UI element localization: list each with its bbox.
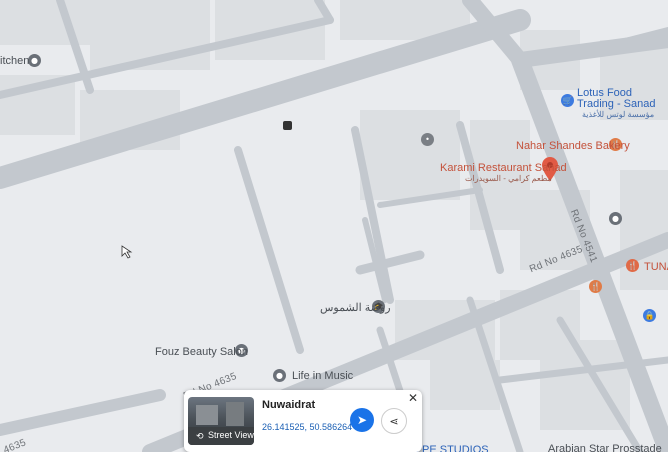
food-pin-icon[interactable]: 🍴 <box>589 280 602 293</box>
place-label-arabian-star[interactable]: Arabian Star Prosstade <box>548 443 662 452</box>
street-view-icon: ⟲ <box>196 431 204 441</box>
share-icon: ⋖ <box>389 415 399 428</box>
place-label-kitchen[interactable]: itchen <box>0 55 29 67</box>
location-marker-icon[interactable]: • <box>421 133 434 146</box>
shopping-cart-pin-icon[interactable]: 🛒 <box>561 94 574 107</box>
place-label-karami-restaurant[interactable]: Karami Restaurant Sanad <box>440 162 567 174</box>
location-info-card: ⟲ Street View Nuwaidrat 26.141525, 50.58… <box>184 390 422 452</box>
restaurant-pin-icon[interactable]: 🍴 <box>626 259 639 272</box>
bus-stop-icon[interactable] <box>283 121 292 130</box>
coordinates-link[interactable]: 26.141525, 50.586264 <box>262 422 352 432</box>
card-title: Nuwaidrat <box>262 399 316 411</box>
place-label-karami-arabic: مطعم كرامي - السويدرات <box>465 174 552 183</box>
place-label-lotus-trading[interactable]: Trading - Sanad <box>577 98 655 110</box>
place-label-pe-studios[interactable]: PE STUDIOS <box>422 444 489 452</box>
map-roads-layer <box>0 0 668 452</box>
close-icon: ✕ <box>407 391 419 405</box>
place-label-life-in-music[interactable]: Life in Music <box>292 370 353 382</box>
place-label-rawdat[interactable]: روضة الشموس <box>320 301 391 314</box>
close-button[interactable]: ✕ <box>406 391 420 405</box>
map-canvas[interactable]: ● 🛒 🍴 • ● 🍴 🍴 🔒 🎓 ● ● ● itchen Lotus Foo… <box>0 0 668 452</box>
music-pin-icon[interactable]: ● <box>273 369 286 382</box>
share-button[interactable]: ⋖ <box>381 408 407 434</box>
place-label-nahar-bakery[interactable]: Nahar Shandes Bakery <box>516 140 630 152</box>
directions-button[interactable]: ➤ <box>350 408 374 432</box>
place-pin-icon[interactable]: ● <box>609 212 622 225</box>
mouse-cursor-icon <box>121 245 133 259</box>
lock-pin-icon[interactable]: 🔒 <box>643 309 656 322</box>
thumbnail-building <box>226 402 244 426</box>
street-view-thumbnail[interactable]: ⟲ Street View <box>188 397 254 445</box>
building-blocks <box>0 0 668 430</box>
place-label-lotus-arabic: مؤسسة لوتس للأغذية <box>582 110 655 119</box>
place-label-tuna[interactable]: TUNA <box>644 261 668 273</box>
thumbnail-building <box>196 405 218 425</box>
place-pin-icon[interactable]: ● <box>28 54 41 67</box>
place-label-fouz-beauty-salon[interactable]: Fouz Beauty Salon <box>155 346 248 358</box>
directions-icon: ➤ <box>356 413 368 427</box>
street-view-label: Street View <box>208 430 254 440</box>
